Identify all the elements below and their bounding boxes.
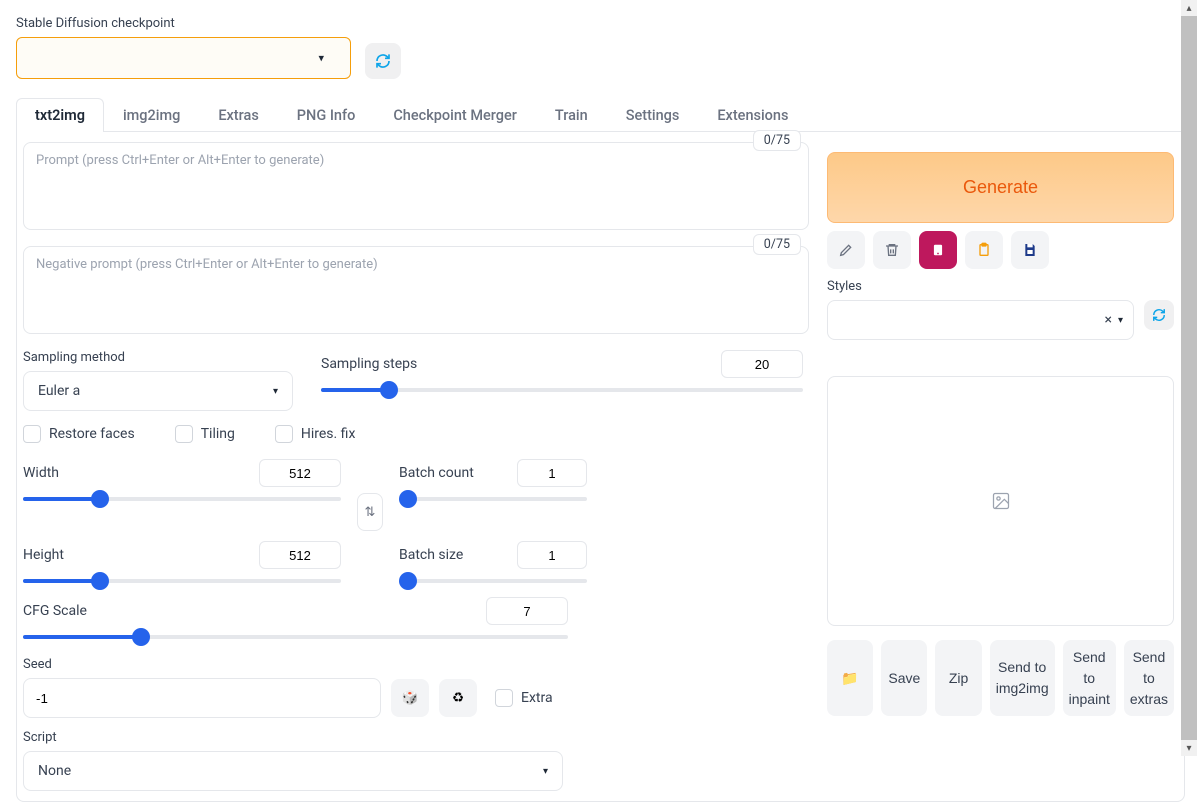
interrogate-button[interactable] [827,231,865,269]
chevron-down-icon: ▾ [543,766,548,777]
scroll-down-arrow-icon[interactable]: ▾ [1181,740,1197,756]
script-label: Script [23,730,803,745]
seed-input[interactable] [23,678,381,718]
save-button[interactable]: Save [881,640,927,716]
chevron-down-icon: ▾ [273,386,278,397]
send-to-inpaint-button[interactable]: Send to inpaint [1063,640,1116,716]
tab-train[interactable]: Train [536,98,607,132]
save-icon [1022,242,1038,258]
reuse-seed-button[interactable]: ♻ [439,679,477,717]
clipboard-icon [976,242,992,258]
batch-count-slider[interactable] [399,497,587,501]
script-select[interactable]: None ▾ [23,751,563,791]
prompt-token-counter: 0/75 [753,130,801,151]
folder-icon: 📁 [841,668,858,689]
paste-button[interactable] [965,231,1003,269]
styles-label: Styles [827,279,1174,294]
scrollbar[interactable]: ▴ ▾ [1181,0,1197,756]
width-slider[interactable] [23,497,341,501]
card-icon [931,243,945,257]
prompt-input[interactable] [23,142,809,230]
tabs: txt2img img2img Extras PNG Info Checkpoi… [16,97,1185,132]
tab-extensions[interactable]: Extensions [698,98,807,132]
zip-button[interactable]: Zip [935,640,981,716]
batch-size-input[interactable] [517,541,587,569]
output-gallery [827,376,1174,626]
height-input[interactable] [259,541,341,569]
generate-button[interactable]: Generate [827,152,1174,223]
extra-seed-checkbox[interactable]: Extra [495,689,553,707]
chevron-down-icon: ▾ [318,52,324,65]
open-folder-button[interactable]: 📁 [827,640,873,716]
random-seed-button[interactable]: 🎲 [391,679,429,717]
tab-pnginfo[interactable]: PNG Info [278,98,375,132]
neg-prompt-token-counter: 0/75 [753,234,801,255]
cfg-label: CFG Scale [23,603,87,619]
script-value: None [38,763,71,779]
restore-faces-checkbox[interactable]: Restore faces [23,425,135,443]
scroll-up-arrow-icon[interactable]: ▴ [1181,0,1197,16]
pencil-icon [838,242,854,258]
checkpoint-select[interactable]: ▾ [16,37,351,79]
cfg-input[interactable] [486,597,568,625]
image-placeholder-icon [991,491,1011,511]
batch-size-slider[interactable] [399,579,587,583]
refresh-icon [375,53,391,69]
sampling-steps-label: Sampling steps [321,356,417,372]
tiling-checkbox[interactable]: Tiling [175,425,235,443]
height-label: Height [23,547,64,563]
sampling-method-value: Euler a [38,383,80,399]
swap-dimensions-button[interactable]: ⇅ [357,493,383,531]
batch-count-input[interactable] [517,459,587,487]
sampling-steps-slider[interactable] [321,388,803,392]
sampling-steps-input[interactable] [721,350,803,378]
negative-prompt-input[interactable] [23,246,809,334]
clear-icon[interactable]: × [1104,312,1111,328]
chevron-down-icon: ▾ [1118,315,1123,326]
recycle-icon: ♻ [452,690,464,706]
tab-extras[interactable]: Extras [199,98,277,132]
tab-txt2img[interactable]: txt2img [16,98,104,132]
refresh-styles-button[interactable] [1144,300,1174,330]
send-to-img2img-button[interactable]: Send to img2img [990,640,1055,716]
seed-label: Seed [23,657,803,672]
cfg-slider[interactable] [23,635,568,639]
tab-checkpoint-merger[interactable]: Checkpoint Merger [374,98,536,132]
scrollbar-thumb[interactable] [1181,16,1197,740]
width-label: Width [23,465,59,481]
refresh-icon [1152,308,1166,322]
refresh-checkpoint-button[interactable] [365,43,401,79]
sampling-method-select[interactable]: Euler a ▾ [23,371,293,411]
tab-settings[interactable]: Settings [607,98,699,132]
clear-prompt-button[interactable] [873,231,911,269]
styles-select[interactable]: × ▾ [827,300,1134,340]
send-to-extras-button[interactable]: Send to extras [1124,640,1174,716]
sampling-method-label: Sampling method [23,350,293,365]
checkpoint-label: Stable Diffusion checkpoint [16,16,351,31]
tab-img2img[interactable]: img2img [104,98,199,132]
save-style-button[interactable] [1011,231,1049,269]
hires-fix-checkbox[interactable]: Hires. fix [275,425,356,443]
trash-icon [884,242,900,258]
width-input[interactable] [259,459,341,487]
batch-count-label: Batch count [399,465,474,481]
extra-networks-button[interactable] [919,231,957,269]
height-slider[interactable] [23,579,341,583]
batch-size-label: Batch size [399,547,463,563]
dice-icon: 🎲 [402,690,419,706]
